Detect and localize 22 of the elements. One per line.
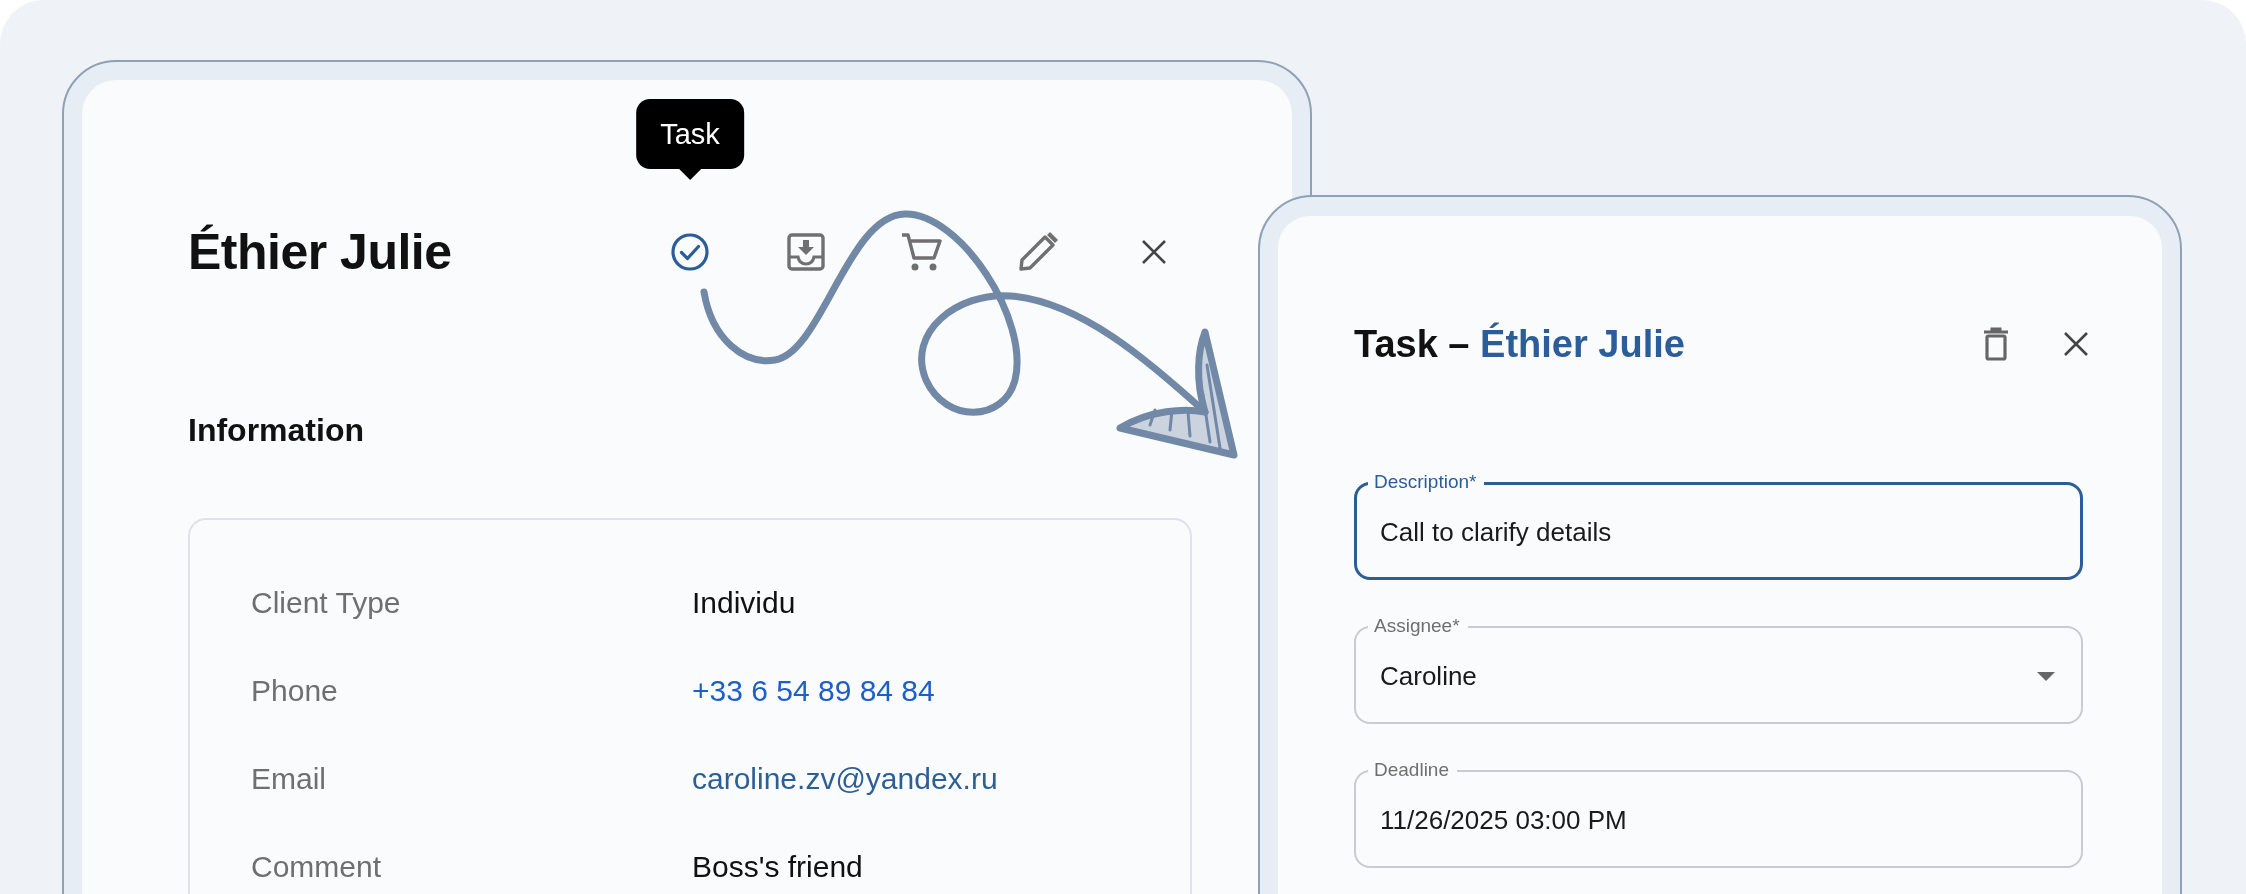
email-link[interactable]: caroline.zv@yandex.ru bbox=[692, 757, 1190, 801]
download-tray-icon bbox=[786, 232, 826, 272]
field-label: Comment bbox=[251, 849, 383, 885]
pencil-icon bbox=[1017, 231, 1059, 273]
field-label: Phone bbox=[251, 673, 339, 709]
trash-icon bbox=[1983, 327, 2009, 361]
dialog-title: Task – Éthier Julie bbox=[1354, 322, 1686, 366]
field-value: Boss's friend bbox=[692, 849, 864, 885]
assignee-select[interactable]: Assignee* Caroline bbox=[1354, 614, 2083, 724]
contact-name: Éthier Julie bbox=[188, 223, 453, 281]
tooltip: Task bbox=[636, 99, 744, 180]
section-title: Information bbox=[188, 411, 365, 450]
field-label: Client Type bbox=[251, 585, 402, 621]
close-icon bbox=[1141, 239, 1167, 265]
field-value: Individu bbox=[692, 585, 797, 621]
phone-link[interactable]: +33 6 54 89 84 84 bbox=[692, 669, 1190, 713]
check-circle-icon bbox=[670, 232, 710, 272]
dropdown-caret-icon bbox=[2037, 671, 2055, 681]
input-field[interactable]: Description* Call to clarify details bbox=[1354, 470, 2083, 580]
close-icon bbox=[2063, 331, 2089, 357]
field-label: Email bbox=[251, 761, 327, 797]
input-field[interactable]: Deadline 11/26/2025 03:00 PM bbox=[1354, 758, 2083, 868]
